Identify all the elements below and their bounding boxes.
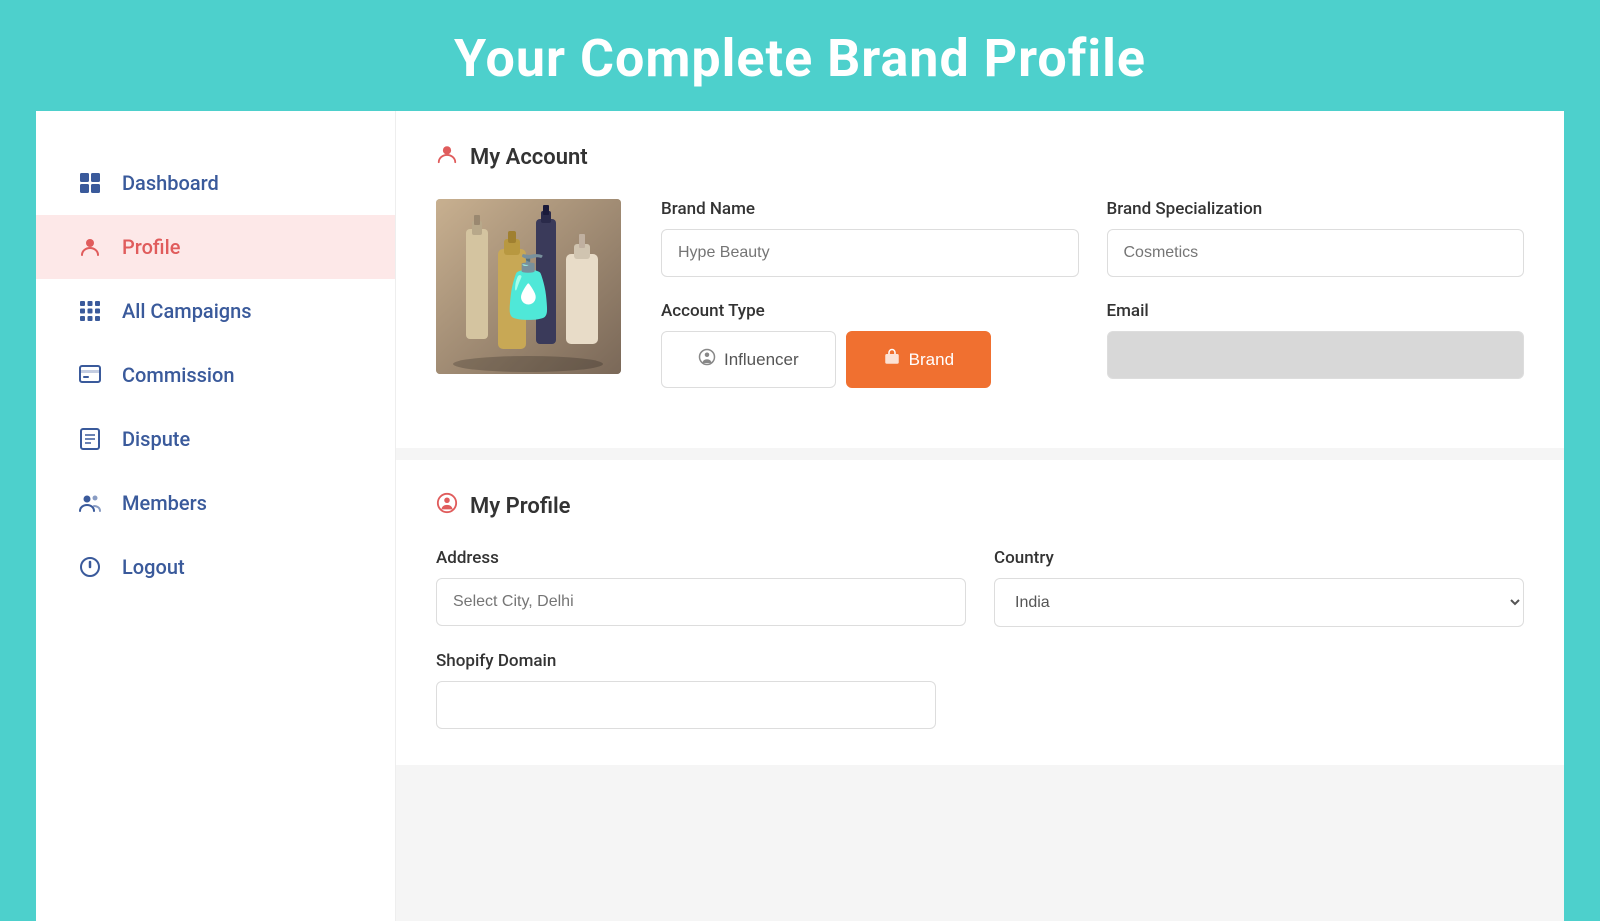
- brand-name-input[interactable]: [661, 229, 1079, 277]
- brand-specialization-label: Brand Specialization: [1107, 199, 1525, 219]
- country-select[interactable]: India USA UK Australia Canada: [994, 578, 1524, 627]
- sidebar-item-dispute-label: Dispute: [122, 427, 190, 451]
- brand-btn-label: Brand: [909, 350, 954, 370]
- main-content: My Account: [396, 111, 1564, 921]
- my-profile-card: My Profile Address Country India USA UK: [396, 460, 1564, 765]
- dashboard-icon: [76, 169, 104, 197]
- page-title: Your Complete Brand Profile: [0, 0, 1600, 111]
- shopify-row: Shopify Domain: [436, 651, 1524, 729]
- sidebar-item-all-campaigns[interactable]: All Campaigns: [36, 279, 395, 343]
- my-profile-title: My Profile: [436, 492, 1524, 520]
- my-account-title: My Account: [436, 143, 1524, 171]
- sidebar-item-logout[interactable]: Logout: [36, 535, 395, 599]
- sidebar-item-all-campaigns-label: All Campaigns: [122, 299, 252, 323]
- brand-name-field: Brand Name: [661, 199, 1079, 277]
- commission-icon: [76, 361, 104, 389]
- my-account-label: My Account: [470, 145, 588, 170]
- account-type-field: Account Type: [661, 301, 1079, 388]
- influencer-button[interactable]: Influencer: [661, 331, 836, 388]
- account-fields: Brand Name Brand Specialization Account …: [661, 199, 1524, 412]
- brand-specialization-input[interactable]: [1107, 229, 1525, 277]
- sidebar-item-members-label: Members: [122, 491, 207, 515]
- influencer-icon: [698, 348, 716, 371]
- brand-icon: [883, 348, 901, 371]
- account-type-label: Account Type: [661, 301, 1079, 321]
- sidebar-item-logout-label: Logout: [122, 555, 185, 579]
- address-input[interactable]: [436, 578, 966, 626]
- shopify-domain-label: Shopify Domain: [436, 651, 936, 671]
- shopify-domain-input[interactable]: [436, 681, 936, 729]
- country-field: Country India USA UK Australia Canada: [994, 548, 1524, 627]
- dispute-icon: [76, 425, 104, 453]
- brand-button[interactable]: Brand: [846, 331, 991, 388]
- sidebar-item-dispute[interactable]: Dispute: [36, 407, 395, 471]
- influencer-btn-label: Influencer: [724, 350, 799, 370]
- brand-name-label: Brand Name: [661, 199, 1079, 219]
- account-icon: [436, 143, 458, 171]
- email-input[interactable]: [1107, 331, 1525, 379]
- profile-fields: Address Country India USA UK Australia C…: [436, 548, 1524, 729]
- sidebar-item-commission-label: Commission: [122, 363, 235, 387]
- email-field: Email: [1107, 301, 1525, 388]
- country-label: Country: [994, 548, 1524, 568]
- profile-icon: [76, 233, 104, 261]
- sidebar-item-dashboard-label: Dashboard: [122, 171, 219, 195]
- sidebar-item-members[interactable]: Members: [36, 471, 395, 535]
- sidebar-item-commission[interactable]: Commission: [36, 343, 395, 407]
- sidebar-item-dashboard[interactable]: Dashboard: [36, 151, 395, 215]
- profile-section-icon: [436, 492, 458, 520]
- my-account-card: My Account: [396, 111, 1564, 448]
- my-profile-label: My Profile: [470, 494, 571, 519]
- logout-icon: [76, 553, 104, 581]
- sidebar-item-profile-label: Profile: [122, 235, 180, 259]
- address-label: Address: [436, 548, 966, 568]
- shopify-domain-field: Shopify Domain: [436, 651, 936, 729]
- brand-image: [436, 199, 621, 374]
- email-label: Email: [1107, 301, 1525, 321]
- campaigns-icon: [76, 297, 104, 325]
- address-country-row: Address Country India USA UK Australia C…: [436, 548, 1524, 627]
- brand-specialization-field: Brand Specialization: [1107, 199, 1525, 277]
- members-icon: [76, 489, 104, 517]
- sidebar-item-profile[interactable]: Profile: [36, 215, 395, 279]
- sidebar: Dashboard Profile: [36, 111, 396, 921]
- address-field: Address: [436, 548, 966, 627]
